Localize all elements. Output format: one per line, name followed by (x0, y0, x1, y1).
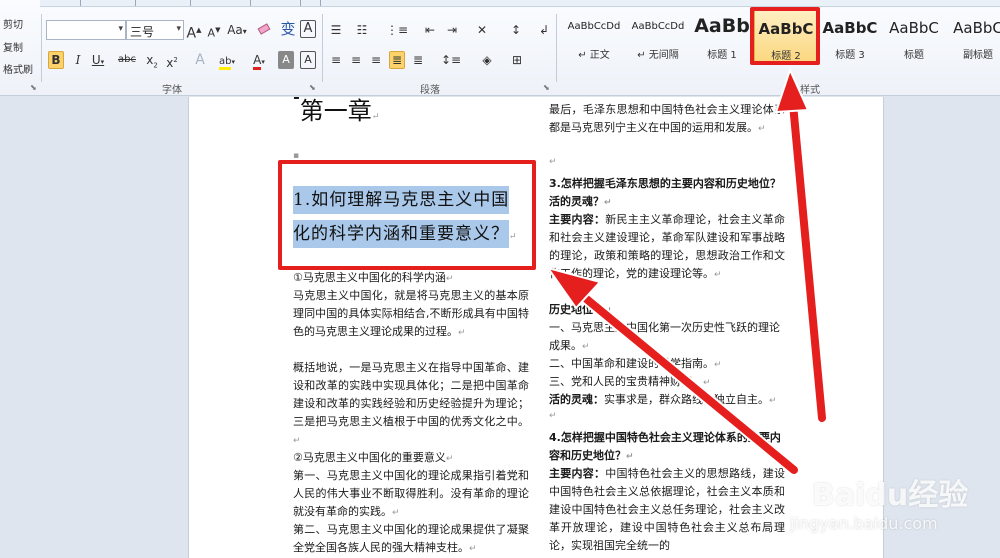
arrow-to-style (774, 67, 828, 424)
watermark-brand: Baidu经验 (812, 478, 969, 513)
arrow-to-heading (545, 266, 800, 476)
watermark-url: jingyan.baidu.com (790, 514, 938, 533)
